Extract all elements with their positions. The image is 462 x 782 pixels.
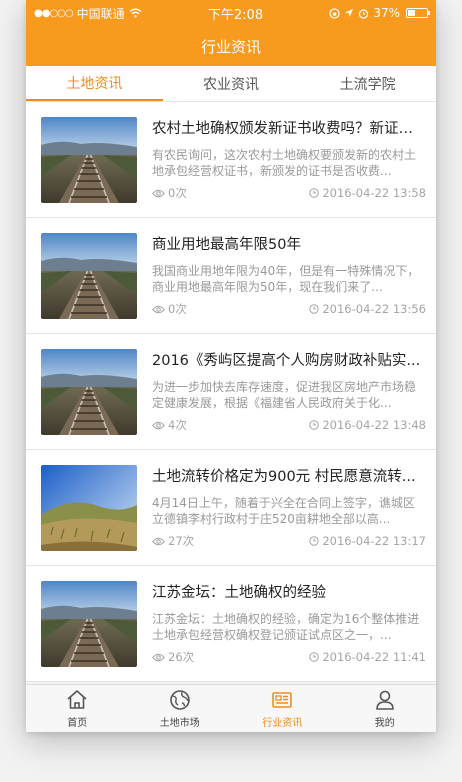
publish-date: 2016-04-22 13:17 [322, 534, 426, 548]
page-title: 行业资讯 [200, 37, 261, 56]
article-thumbnail [41, 349, 137, 435]
view-count: 4次 [168, 418, 187, 432]
eye-icon [152, 537, 165, 545]
eye-icon [152, 189, 165, 197]
article-title: 土地流转价格定为900元 村民愿意流转... [152, 469, 416, 485]
railroad-icon [41, 349, 137, 435]
bottom-tab-label: 我的 [374, 718, 395, 729]
article-summary: 有农民询问，这次农村土地确权要颁发新的农村土地承包经营权证书，新颁发的证书是否收… [152, 148, 417, 178]
battery-percent: 37% [373, 6, 400, 20]
clock-time: 下午2:08 [207, 7, 264, 23]
article-item[interactable]: 土地流转价格定为900元 村民愿意流转... 4月14日上午，随着于兴全在合同上… [26, 450, 436, 566]
bottom-tab-label: 首页 [67, 718, 88, 729]
view-count: 26次 [168, 650, 195, 664]
phone-screen: ●●○○○ 中国联通 下午2:08 37% 行业资讯 土地资讯 农业资讯 土流学… [26, 0, 436, 732]
bottom-tab-label: 行业资讯 [262, 718, 303, 729]
article-summary: 我国商业用地年限为40年，但是有一特殊情况下，商业用地最高年限为50年，现在我们… [152, 264, 420, 294]
bottom-tab-mine[interactable]: 我的 [334, 685, 437, 732]
view-count: 0次 [168, 186, 187, 200]
tab-land-news[interactable]: 土地资讯 [26, 66, 163, 101]
bottom-tab-label: 土地市场 [159, 718, 200, 729]
article-summary: 4月14日上午，随着于兴全在合同上签字，谯城区立德镇李村行政村于庄520亩耕地全… [152, 496, 415, 526]
publish-date: 2016-04-22 11:41 [322, 650, 426, 664]
article-item[interactable]: 2016《秀屿区提高个人购房财政补贴实... 为进一步加快去库存速度，促进我区房… [26, 334, 436, 450]
location-icon [345, 9, 354, 17]
article-title: 江苏金坛：土地确权的经验 [152, 585, 326, 601]
article-summary: 为进一步加快去库存速度，促进我区房地产市场稳定健康发展，根据《福建省人民政府关于… [152, 380, 417, 410]
status-bar: ●●○○○ 中国联通 下午2:08 37% [26, 0, 436, 26]
view-count: 27次 [168, 534, 195, 548]
nav-bar: 行业资讯 [26, 26, 436, 66]
article-thumbnail [41, 465, 137, 551]
bottom-tab-home[interactable]: 首页 [26, 685, 129, 732]
eye-icon [152, 421, 165, 429]
carrier-name: 中国联通 [76, 6, 125, 21]
article-title: 2016《秀屿区提高个人购房财政补贴实... [152, 353, 421, 369]
bottom-tab-land-market[interactable]: 土地市场 [129, 685, 232, 732]
article-summary: 江苏金坛：土地确权的经验，确定为16个整体推进土地承包经营权确权登记颁证试点区之… [152, 612, 420, 642]
view-count: 0次 [168, 302, 187, 316]
eye-icon [152, 653, 165, 661]
tab-tuliu-academy[interactable]: 土流学院 [299, 66, 436, 101]
article-item[interactable]: 农村土地确权颁发新证书收费吗？新证书... 有农民询问，这次农村土地确权要颁发新… [26, 102, 436, 218]
article-title: 商业用地最高年限50年 [152, 237, 301, 253]
article-thumbnail [41, 581, 137, 667]
clock-icon [309, 536, 320, 546]
bottom-tab-industry-news[interactable]: 行业资讯 [231, 685, 334, 732]
article-thumbnail [41, 233, 137, 319]
signal-strength-icon: ●●○○○ [34, 7, 74, 19]
clock-icon [309, 420, 320, 430]
user-icon [375, 690, 394, 710]
field-icon [41, 465, 137, 551]
news-icon [272, 692, 293, 708]
category-tabs: 土地资讯 农业资讯 土流学院 [26, 66, 436, 102]
article-title: 农村土地确权颁发新证书收费吗？新证书... [152, 121, 426, 137]
article-thumbnail [41, 117, 137, 203]
battery-icon [406, 8, 430, 18]
publish-date: 2016-04-22 13:56 [322, 302, 426, 316]
eye-icon [152, 305, 165, 313]
home-icon [67, 690, 87, 709]
article-list: 农村土地确权颁发新证书收费吗？新证书... 有农民询问，这次农村土地确权要颁发新… [26, 102, 436, 682]
bottom-tab-bar: 首页 土地市场 行业资讯 我的 [26, 684, 436, 732]
tab-agriculture-news[interactable]: 农业资讯 [163, 66, 300, 101]
rotation-lock-icon [329, 7, 340, 19]
article-item[interactable]: 商业用地最高年限50年 我国商业用地年限为40年，但是有一特殊情况下，商业用地最… [26, 218, 436, 334]
clock-icon [309, 652, 320, 662]
railroad-icon [41, 581, 137, 667]
wifi-icon [129, 8, 142, 18]
publish-date: 2016-04-22 13:58 [322, 186, 426, 200]
clock-icon [309, 188, 320, 198]
railroad-icon [41, 233, 137, 319]
clock-icon [309, 304, 320, 314]
alarm-icon [359, 8, 369, 19]
article-item[interactable]: 江苏金坛：土地确权的经验 江苏金坛：土地确权的经验，确定为16个整体推进土地承包… [26, 566, 436, 682]
railroad-icon [41, 117, 137, 203]
globe-icon [169, 690, 190, 710]
publish-date: 2016-04-22 13:48 [322, 418, 426, 432]
